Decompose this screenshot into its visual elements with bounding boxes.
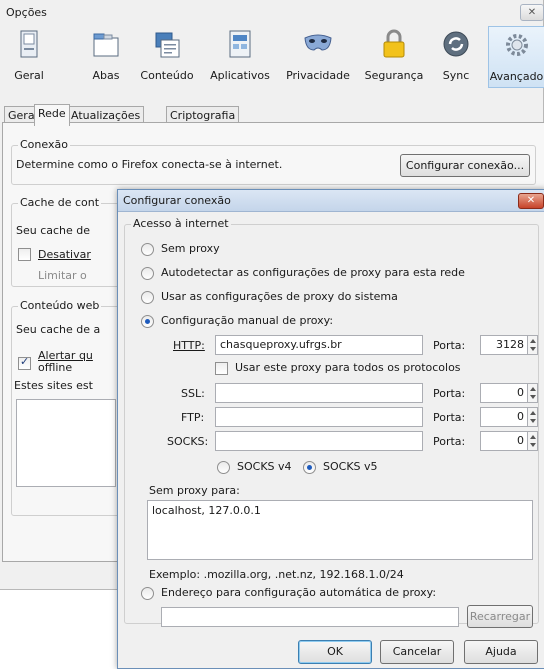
ftp-proxy-input[interactable]	[215, 407, 423, 427]
connection-settings-dialog: Configurar conexão ✕ Acesso à internet S…	[117, 189, 544, 669]
general-icon	[20, 30, 38, 58]
http-proxy-input[interactable]: chasqueproxy.ufrgs.br	[215, 335, 423, 355]
ssl-label: SSL:	[181, 387, 205, 400]
internet-access-legend: Acesso à internet	[131, 217, 231, 230]
same-proxy-label: Usar este proxy para todos os protocolos	[235, 361, 461, 374]
dialog-title: Configurar conexão	[123, 194, 231, 207]
offline-alert-label-2: offline	[38, 361, 73, 374]
no-proxy-radio[interactable]	[141, 243, 154, 256]
toolbar-label: Abas	[92, 69, 120, 82]
socks-label: SOCKS:	[167, 435, 209, 448]
toolbar-label: Avançado	[489, 70, 544, 83]
toolbar-item-general[interactable]: Geral	[2, 26, 56, 88]
socks-port-label: Porta:	[433, 435, 466, 448]
ssl-port-input[interactable]: 0	[480, 383, 528, 403]
socks-port-input[interactable]: 0	[480, 431, 528, 451]
tab-network[interactable]: Rede	[34, 104, 70, 126]
manual-proxy-label: Configuração manual de proxy:	[161, 314, 334, 327]
auto-detect-label: Autodetectar as configurações de proxy p…	[161, 266, 465, 279]
ftp-port-label: Porta:	[433, 411, 466, 424]
cancel-button[interactable]: Cancelar	[380, 640, 454, 664]
connection-description: Determine como o Firefox conecta-se à in…	[16, 158, 283, 171]
cache-description: Seu cache de	[16, 224, 91, 237]
ftp-port-spinner[interactable]	[528, 407, 538, 427]
no-proxy-for-label: Sem proxy para:	[149, 484, 240, 497]
toolbar-item-sync[interactable]: Sync	[436, 26, 476, 88]
toolbar-item-applications[interactable]: Aplicativos	[208, 26, 272, 88]
toolbar-label: Geral	[14, 69, 44, 82]
system-proxy-label: Usar as configurações de proxy do sistem…	[161, 290, 398, 303]
toolbar-label: Privacidade	[286, 69, 350, 82]
toolbar-label: Conteúdo	[140, 69, 194, 82]
socks-port-spinner[interactable]	[528, 431, 538, 451]
auto-detect-radio[interactable]	[141, 267, 154, 280]
security-lock-icon	[383, 29, 405, 58]
system-proxy-radio[interactable]	[141, 291, 154, 304]
ftp-label: FTP:	[181, 411, 205, 424]
content-icon	[155, 32, 180, 58]
limit-cache-label: Limitar o	[38, 269, 87, 282]
configure-connection-button[interactable]: Configurar conexão...	[400, 154, 530, 177]
socks-v4-radio[interactable]	[217, 461, 230, 474]
connection-legend: Conexão	[18, 138, 70, 151]
toolbar-item-security[interactable]: Segurança	[364, 26, 424, 88]
offline-alert-checkbox[interactable]	[18, 355, 31, 370]
dialog-titlebar: Configurar conexão ✕	[118, 190, 544, 212]
ssl-proxy-input[interactable]	[215, 383, 423, 403]
auto-config-radio[interactable]	[141, 587, 154, 600]
privacy-mask-icon	[304, 34, 332, 51]
reload-button[interactable]: Recarregar	[467, 605, 533, 628]
advanced-gear-icon	[505, 34, 528, 56]
toolbar-label: Segurança	[364, 69, 424, 82]
socks-proxy-input[interactable]	[215, 431, 423, 451]
socks-v4-label: SOCKS v4	[237, 460, 292, 473]
same-proxy-checkbox[interactable]	[215, 362, 228, 375]
sites-description: Estes sites est	[14, 379, 93, 392]
toolbar-item-tabs[interactable]: Abas	[84, 26, 128, 88]
dialog-close-button[interactable]: ✕	[518, 193, 544, 209]
toolbar-item-content[interactable]: Conteúdo	[140, 26, 194, 88]
no-proxy-for-textarea[interactable]: localhost, 127.0.0.1	[147, 500, 533, 560]
toolbar-label: Sync	[442, 69, 470, 82]
disable-cache-label: Desativar	[38, 248, 91, 261]
ok-button[interactable]: OK	[298, 640, 372, 664]
tabs-icon	[93, 33, 119, 57]
applications-icon	[229, 30, 251, 58]
offline-content-legend: Conteúdo web	[18, 299, 102, 312]
toolbar-label: Aplicativos	[210, 69, 270, 82]
ftp-port-input[interactable]: 0	[480, 407, 528, 427]
http-port-spinner[interactable]	[528, 335, 538, 355]
auto-config-url-input[interactable]	[161, 607, 459, 627]
sync-icon	[443, 31, 469, 57]
auto-config-label: Endereço para configuração automática de…	[161, 586, 437, 599]
http-port-input[interactable]: 3128	[480, 335, 528, 355]
offline-sites-list[interactable]	[16, 399, 116, 487]
ssl-port-spinner[interactable]	[528, 383, 538, 403]
window-title: Opções	[6, 6, 47, 19]
window-close-button[interactable]: ✕	[520, 4, 544, 21]
preferences-toolbar: Geral Abas Conteúdo Aplicativos Privacid…	[0, 26, 544, 90]
ssl-port-label: Porta:	[433, 387, 466, 400]
offline-content-description: Seu cache de a	[16, 323, 101, 336]
internet-access-group: Acesso à internet Sem proxy Autodetectar…	[124, 217, 539, 628]
http-label: HTTP:	[173, 339, 205, 352]
toolbar-item-privacy[interactable]: Privacidade	[284, 26, 352, 88]
toolbar-item-advanced[interactable]: Avançado	[488, 26, 544, 88]
cache-legend: Cache de cont	[18, 196, 102, 209]
socks-v5-radio[interactable]	[303, 461, 316, 474]
no-proxy-label: Sem proxy	[161, 242, 220, 255]
http-port-label: Porta:	[433, 339, 466, 352]
no-proxy-example: Exemplo: .mozilla.org, .net.nz, 192.168.…	[149, 568, 404, 581]
socks-v5-label: SOCKS v5	[323, 460, 378, 473]
disable-cache-checkbox[interactable]	[18, 248, 31, 261]
help-button[interactable]: Ajuda	[464, 640, 538, 664]
connection-group: Conexão Determine como o Firefox conecta…	[11, 138, 536, 185]
manual-proxy-radio[interactable]	[141, 315, 154, 328]
